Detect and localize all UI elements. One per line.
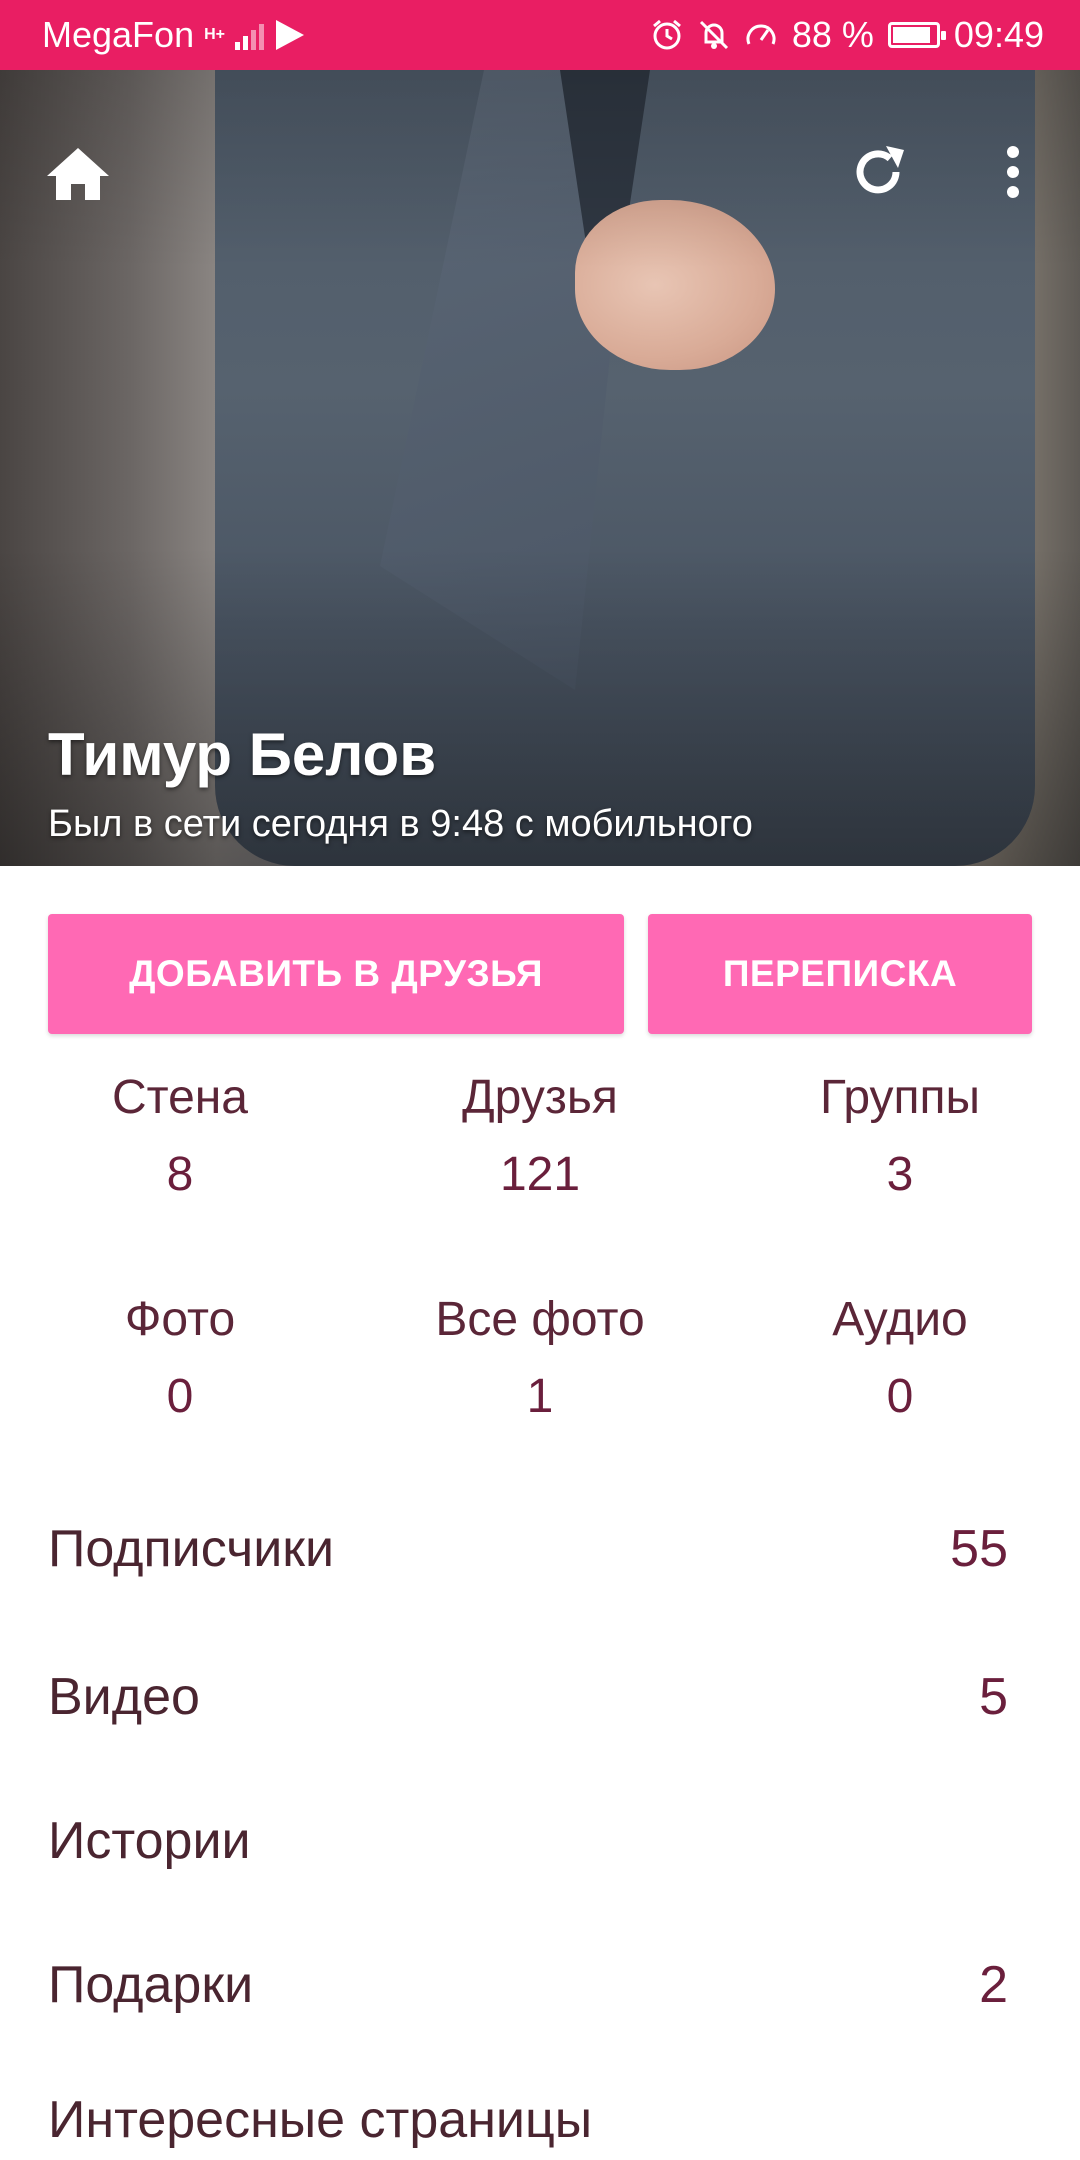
- profile-cover: Тимур Белов Был в сети сегодня в 9:48 с …: [0, 70, 1080, 866]
- list-item-interesting-pages[interactable]: Интересные страницы: [48, 2080, 1008, 2160]
- stat-value: 8: [166, 1148, 194, 1201]
- stat-friends[interactable]: Друзья 121: [360, 1070, 720, 1202]
- list-item-label: Видео: [48, 1668, 200, 1726]
- list-item-label: Подписчики: [48, 1520, 335, 1578]
- speed-icon: [746, 24, 776, 45]
- list-item-value: 55: [950, 1520, 1008, 1578]
- list-item-gifts[interactable]: Подарки 2: [48, 1940, 1008, 2030]
- notifications-off-icon: [699, 20, 728, 50]
- carrier-name: MegaFon: [42, 14, 195, 55]
- clock: 09:49: [953, 14, 1044, 55]
- list-item-stories[interactable]: Истории: [48, 1796, 1008, 1886]
- profile-last-seen: Был в сети сегодня в 9:48 с мобильного: [48, 803, 753, 845]
- stat-label: Группы: [820, 1071, 980, 1124]
- profile-name: Тимур Белов: [48, 721, 437, 788]
- battery-icon: [887, 22, 946, 48]
- stat-value: 3: [886, 1148, 914, 1201]
- stat-label: Аудио: [832, 1293, 968, 1346]
- status-right: 88 % 09:49: [650, 14, 1044, 56]
- stat-label: Фото: [124, 1293, 236, 1346]
- stat-label: Стена: [111, 1071, 248, 1124]
- add-friend-button[interactable]: ДОБАВИТЬ В ДРУЗЬЯ: [48, 914, 624, 1034]
- play-icon: [276, 20, 304, 50]
- network-type-icon: H+: [204, 26, 225, 43]
- list-item-label: Интересные страницы: [48, 2091, 593, 2149]
- stat-audio[interactable]: Аудио 0: [720, 1292, 1080, 1424]
- more-vert-icon[interactable]: [974, 132, 1052, 212]
- stat-label: Друзья: [462, 1071, 618, 1124]
- signal-icon: [235, 20, 264, 50]
- list-item-followers[interactable]: Подписчики 55: [48, 1504, 1008, 1594]
- stat-all-photos[interactable]: Все фото 1: [360, 1292, 720, 1424]
- stat-value: 121: [499, 1148, 581, 1201]
- stat-wall[interactable]: Стена 8: [0, 1070, 360, 1202]
- refresh-icon[interactable]: [838, 132, 918, 212]
- alarm-icon: [652, 19, 681, 50]
- stat-groups[interactable]: Группы 3: [720, 1070, 1080, 1202]
- stat-photos[interactable]: Фото 0: [0, 1292, 360, 1424]
- list-item-videos[interactable]: Видео 5: [48, 1652, 1008, 1742]
- list-item-value: 5: [979, 1668, 1008, 1726]
- list-item-value: 2: [979, 1956, 1008, 2014]
- home-icon[interactable]: [38, 134, 118, 214]
- stat-value: 0: [166, 1370, 194, 1423]
- list-item-label: Истории: [48, 1812, 251, 1870]
- stat-label: Все фото: [435, 1293, 645, 1346]
- stat-value: 1: [526, 1370, 554, 1423]
- stat-value: 0: [886, 1370, 914, 1423]
- battery-percent: 88 %: [791, 14, 874, 55]
- status-left: MegaFon H+: [42, 14, 306, 56]
- battery-fill: [892, 27, 930, 43]
- status-bar: MegaFon H+ 88 % 09:49: [0, 0, 1080, 70]
- messages-button[interactable]: ПЕРЕПИСКА: [648, 914, 1032, 1034]
- list-item-label: Подарки: [48, 1956, 254, 2014]
